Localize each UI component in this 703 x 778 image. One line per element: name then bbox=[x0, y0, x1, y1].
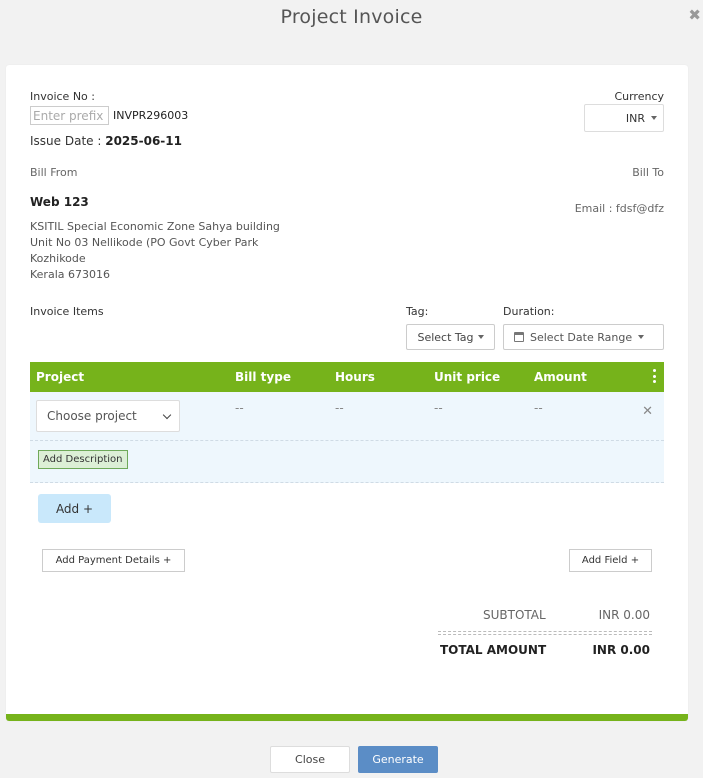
caret-down-icon bbox=[477, 335, 484, 339]
invoice-items-label: Invoice Items bbox=[30, 305, 104, 318]
select-tag-dropdown[interactable]: Select Tag bbox=[406, 324, 495, 350]
tag-label: Tag: bbox=[406, 305, 429, 318]
total-amount-value: INR 0.00 bbox=[592, 643, 650, 657]
table-row: Choose project -- -- -- -- ✕ bbox=[30, 392, 664, 441]
totals-divider bbox=[438, 631, 652, 632]
subtotal-label: SUBTOTAL bbox=[483, 608, 546, 622]
invoice-number-divider bbox=[108, 106, 109, 125]
currency-value: INR bbox=[625, 111, 645, 125]
caret-down-icon bbox=[651, 116, 657, 120]
invoice-number-value: INVPR296003 bbox=[113, 109, 189, 122]
invoice-prefix-input[interactable] bbox=[30, 106, 108, 125]
bill-from-address-line: Kozhikode bbox=[30, 252, 86, 265]
column-header-unit-price: Unit price bbox=[434, 370, 501, 384]
bill-to-email: Email : fdsf@dfz bbox=[574, 202, 664, 215]
bill-from-address-line: Unit No 03 Nellikode (PO Govt Cyber Park bbox=[30, 236, 259, 249]
close-icon[interactable]: ✖ bbox=[688, 6, 701, 24]
select-date-range-label: Select Date Range bbox=[530, 330, 633, 344]
card-accent-bar bbox=[6, 714, 688, 721]
bill-from-address-line: KSITIL Special Economic Zone Sahya build… bbox=[30, 220, 280, 233]
add-description-button[interactable]: Add Description bbox=[38, 450, 128, 469]
column-header-project: Project bbox=[36, 370, 85, 384]
column-header-amount: Amount bbox=[534, 370, 587, 384]
issue-date-value: 2025-06-11 bbox=[105, 134, 182, 148]
total-amount-label: TOTAL AMOUNT bbox=[440, 643, 547, 657]
select-tag-label: Select Tag bbox=[417, 330, 474, 344]
select-date-range-dropdown[interactable]: Select Date Range bbox=[503, 324, 664, 350]
close-button[interactable]: Close bbox=[270, 746, 350, 773]
items-table-header: Project Bill type Hours Unit price Amoun… bbox=[30, 362, 664, 392]
add-item-button[interactable]: Add + bbox=[38, 494, 111, 523]
bill-from-address-line: Kerala 673016 bbox=[30, 268, 110, 281]
unit-price-cell: -- bbox=[434, 401, 443, 415]
subtotal-value: INR 0.00 bbox=[598, 608, 650, 622]
hours-cell: -- bbox=[335, 401, 344, 415]
invoice-card: Invoice No : INVPR296003 Issue Date : 20… bbox=[6, 65, 688, 721]
description-row: Add Description bbox=[30, 441, 664, 483]
add-field-button[interactable]: Add Field + bbox=[569, 549, 652, 572]
chevron-down-icon bbox=[162, 410, 172, 420]
column-header-hours: Hours bbox=[335, 370, 375, 384]
more-options-icon[interactable] bbox=[653, 369, 656, 383]
bill-from-label: Bill From bbox=[30, 166, 78, 179]
bill-from-name: Web 123 bbox=[30, 195, 89, 209]
currency-label: Currency bbox=[614, 90, 664, 103]
bill-to-label: Bill To bbox=[632, 166, 664, 179]
totals-divider bbox=[438, 634, 652, 635]
caret-down-icon bbox=[638, 335, 645, 339]
add-payment-details-button[interactable]: Add Payment Details + bbox=[42, 549, 185, 572]
choose-project-select[interactable]: Choose project bbox=[36, 400, 180, 432]
remove-row-icon[interactable]: ✕ bbox=[642, 404, 653, 419]
bill-type-cell: -- bbox=[235, 401, 244, 415]
issue-date-label: Issue Date : bbox=[30, 134, 102, 148]
currency-select[interactable]: INR bbox=[584, 104, 664, 132]
invoice-number-label: Invoice No : bbox=[30, 90, 95, 103]
amount-cell: -- bbox=[534, 401, 543, 415]
calendar-icon bbox=[514, 332, 524, 342]
issue-date: Issue Date : 2025-06-11 bbox=[30, 134, 182, 148]
column-header-bill-type: Bill type bbox=[235, 370, 291, 384]
generate-button[interactable]: Generate bbox=[358, 746, 438, 773]
modal-title: Project Invoice bbox=[280, 6, 423, 28]
duration-label: Duration: bbox=[503, 305, 555, 318]
choose-project-placeholder: Choose project bbox=[47, 409, 137, 423]
